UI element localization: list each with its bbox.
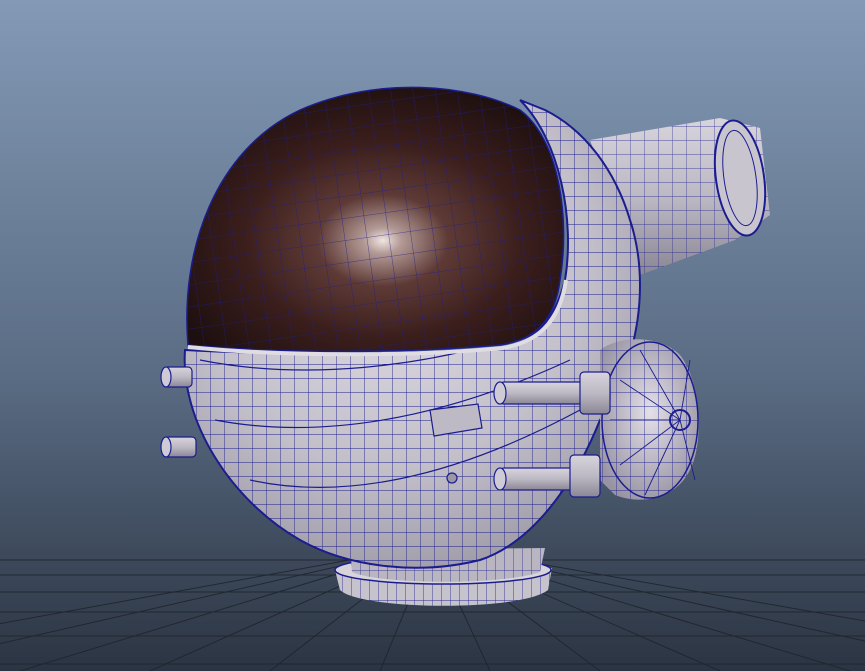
viewport-3d[interactable] (0, 0, 865, 671)
ear-piece (600, 339, 699, 500)
